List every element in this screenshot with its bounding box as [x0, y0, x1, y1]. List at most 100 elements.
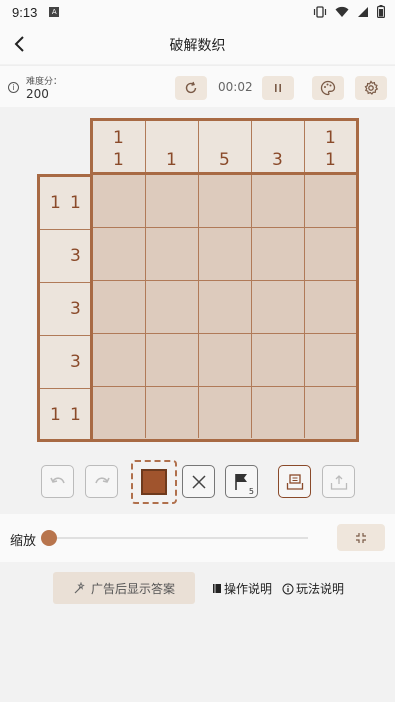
- grid-cell[interactable]: [93, 387, 146, 438]
- book-icon: [213, 584, 221, 593]
- vibrate-icon: [313, 5, 327, 21]
- cross-mode-button[interactable]: [182, 465, 215, 498]
- palette-icon: [320, 80, 336, 96]
- grid-cell[interactable]: [305, 334, 356, 387]
- grid-cell[interactable]: [305, 175, 356, 228]
- status-icons: [313, 5, 386, 21]
- row-clue: 1: [70, 193, 81, 213]
- difficulty-label: 难度分：: [26, 77, 63, 87]
- load-board-button[interactable]: [322, 465, 355, 498]
- grid-cell[interactable]: [305, 228, 356, 281]
- wifi-icon: [335, 6, 349, 21]
- clue-divider: [40, 335, 93, 336]
- restart-button[interactable]: [175, 76, 207, 100]
- timer: 00:02: [218, 80, 253, 94]
- grid-cell[interactable]: [199, 387, 252, 438]
- grid-cell[interactable]: [252, 228, 305, 281]
- row-clue: 1: [50, 193, 61, 213]
- gear-icon: [364, 80, 379, 95]
- column-clue: 1: [113, 128, 124, 148]
- grid-cell[interactable]: [146, 175, 199, 228]
- settings-button[interactable]: [355, 76, 387, 100]
- pause-icon: [275, 84, 281, 92]
- flag-count: 5: [248, 487, 254, 496]
- notification-icon: A: [49, 7, 60, 17]
- theme-button[interactable]: [312, 76, 344, 100]
- grid-cell[interactable]: [252, 334, 305, 387]
- grid-cell[interactable]: [146, 281, 199, 334]
- column-clue: 1: [325, 128, 336, 148]
- rules-help-label: 玩法说明: [296, 582, 345, 596]
- rules-help-link[interactable]: 玩法说明: [282, 580, 344, 597]
- grid-cell[interactable]: [146, 228, 199, 281]
- info-bar: i 难度分： 200 00:02: [0, 65, 395, 107]
- status-time: 9:13: [12, 4, 38, 20]
- magic-wand-icon: [74, 582, 85, 594]
- row-clue: 3: [70, 246, 81, 266]
- flag-button[interactable]: 5: [225, 465, 258, 498]
- grid-cell[interactable]: [305, 387, 356, 438]
- grid-cell[interactable]: [93, 334, 146, 387]
- nonogram-puzzle: 1 1 1 5 3 1 1 1 1 3 3 3 1 1: [0, 108, 395, 450]
- grid-cell[interactable]: [93, 175, 146, 228]
- grid-cell[interactable]: [93, 228, 146, 281]
- info-icon[interactable]: i: [8, 82, 19, 93]
- pause-button[interactable]: [262, 76, 294, 100]
- fill-mode-button[interactable]: [131, 460, 177, 504]
- show-answer-ad-button[interactable]: 广告后显示答案: [53, 572, 195, 604]
- info-circle-icon: [282, 583, 294, 594]
- zoom-slider-track[interactable]: [48, 537, 308, 539]
- grid-cell[interactable]: [199, 175, 252, 228]
- row-clue: 1: [50, 405, 61, 425]
- show-answer-label: 广告后显示答案: [90, 581, 175, 596]
- clue-divider: [40, 229, 93, 230]
- row-clue: 3: [70, 352, 81, 372]
- clue-divider: [40, 388, 93, 389]
- refresh-icon: [185, 81, 197, 94]
- grid-cell[interactable]: [199, 334, 252, 387]
- status-bar: 9:13 A: [0, 0, 395, 24]
- battery-icon: [377, 5, 386, 21]
- grid-cell[interactable]: [252, 175, 305, 228]
- undo-button[interactable]: [41, 465, 74, 498]
- grid-cell[interactable]: [199, 281, 252, 334]
- clue-divider: [198, 121, 199, 174]
- column-clue: 3: [272, 150, 283, 170]
- zoom-label: 缩放: [10, 534, 37, 549]
- redo-icon: [94, 476, 110, 483]
- tool-bar: 5: [0, 460, 395, 504]
- column-clue: 1: [325, 150, 336, 170]
- grid-cell[interactable]: [93, 281, 146, 334]
- column-clue: 1: [166, 150, 177, 170]
- grid-cell[interactable]: [146, 387, 199, 438]
- column-clue: 1: [113, 150, 124, 170]
- operation-help-label: 操作说明: [224, 582, 273, 596]
- page-title: 破解数织: [169, 38, 226, 54]
- fill-swatch-icon: [141, 469, 167, 495]
- grid-cell[interactable]: [199, 228, 252, 281]
- column-clue: 5: [219, 150, 230, 170]
- grid-cell[interactable]: [305, 281, 356, 334]
- operation-help-link[interactable]: 操作说明: [212, 580, 272, 597]
- clue-divider: [304, 121, 305, 174]
- zoom-bar: 缩放: [0, 514, 395, 562]
- save-board-button[interactable]: [278, 465, 311, 498]
- redo-button[interactable]: [85, 465, 118, 498]
- column-clues: 1 1 1 5 3 1 1: [90, 118, 359, 174]
- row-clue: 1: [70, 405, 81, 425]
- fit-screen-button[interactable]: [337, 524, 385, 551]
- clue-divider: [251, 121, 252, 174]
- undo-icon: [49, 476, 65, 483]
- puzzle-grid: [90, 172, 359, 442]
- grid-cell[interactable]: [252, 281, 305, 334]
- upload-tray-icon: [330, 474, 347, 490]
- difficulty-value: 200: [26, 87, 49, 101]
- grid-cell[interactable]: [146, 334, 199, 387]
- collapse-icon: [356, 532, 366, 543]
- row-clues: 1 1 3 3 3 1 1: [37, 174, 93, 442]
- clue-divider: [145, 121, 146, 174]
- row-clue: 3: [70, 299, 81, 319]
- grid-cell[interactable]: [252, 387, 305, 438]
- tray-icon: [286, 473, 303, 490]
- zoom-slider-thumb[interactable]: [41, 530, 57, 546]
